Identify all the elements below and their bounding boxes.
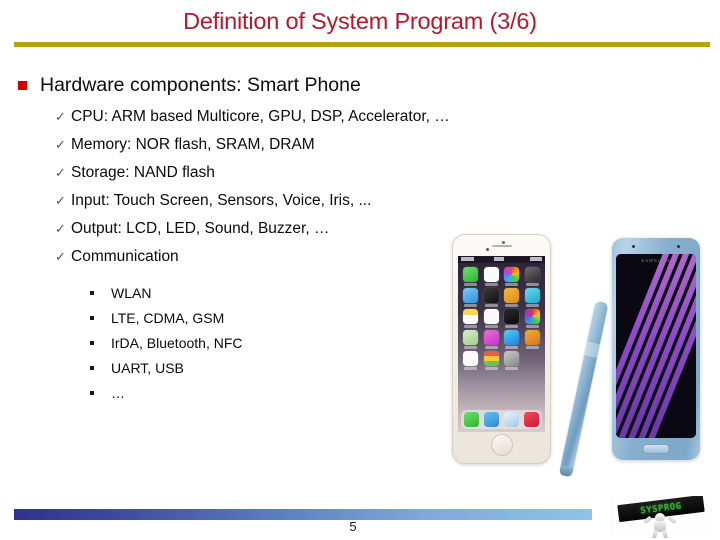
title-divider — [14, 42, 710, 47]
list-item: ✓ Storage: NAND flash — [55, 164, 450, 192]
small-square-bullet-icon — [90, 365, 94, 370]
checkmark-icon: ✓ — [55, 249, 66, 264]
brand-label: SAMSUNG — [641, 258, 671, 263]
notes-app-icon — [462, 309, 478, 324]
square-bullet-icon — [18, 81, 27, 90]
stylus-tip — [558, 464, 574, 478]
list-item: ✓ Output: LCD, LED, Sound, Buzzer, … — [55, 220, 450, 248]
iphone-product-photo — [452, 234, 551, 464]
checkmark-icon: ✓ — [55, 137, 66, 152]
iris-scanner-icon — [677, 245, 680, 248]
checkmark-icon: ✓ — [55, 193, 66, 208]
itunes-store-app-icon — [483, 330, 499, 345]
stylus-band — [584, 341, 600, 358]
app-icon-grid — [462, 267, 541, 370]
list-item: WLAN — [90, 280, 243, 305]
checkmark-icon: ✓ — [55, 221, 66, 236]
checkmark-icon: ✓ — [55, 165, 66, 180]
newsstand-app-icon — [462, 330, 478, 345]
checkmark-icon: ✓ — [55, 109, 66, 124]
list-item-label: IrDA, Bluetooth, NFC — [111, 334, 243, 351]
small-square-bullet-icon — [90, 340, 94, 345]
game-center-app-icon — [525, 309, 541, 324]
proximity-sensor-icon — [502, 241, 505, 244]
status-bar — [458, 256, 545, 263]
sysprog-logo: SYSPROG — [609, 496, 713, 538]
front-camera-icon — [486, 248, 489, 251]
mail-app-icon — [483, 412, 499, 427]
list-item-label: … — [111, 384, 125, 401]
list-item: … — [90, 380, 243, 405]
galaxy-note-product-photo: SAMSUNG — [612, 238, 700, 460]
app-dock — [461, 410, 542, 429]
list-item-label: LTE, CDMA, GSM — [111, 309, 225, 326]
list-item-label: Communication — [71, 248, 179, 265]
list-item-label: UART, USB — [111, 359, 184, 376]
bullet-level3-list: WLAN LTE, CDMA, GSM IrDA, Bluetooth, NFC… — [90, 280, 243, 405]
front-camera-icon — [632, 245, 635, 248]
iphone-screen — [458, 256, 545, 432]
messages-app-icon — [462, 267, 478, 282]
page-number: 5 — [349, 519, 357, 534]
small-square-bullet-icon — [90, 290, 94, 295]
bullet-level1: Hardware components: Smart Phone — [18, 74, 361, 97]
list-item: ✓ Memory: NOR flash, SRAM, DRAM — [55, 136, 450, 164]
s-pen-stylus — [558, 300, 609, 478]
phone-app-icon — [463, 412, 479, 427]
settings-app-icon — [504, 351, 520, 366]
clock-app-icon — [483, 288, 499, 303]
safari-app-icon — [504, 412, 520, 427]
wallpaper — [616, 254, 696, 438]
home-button-icon — [490, 434, 513, 456]
bullet-level2-list: ✓ CPU: ARM based Multicore, GPU, DSP, Ac… — [55, 108, 450, 276]
list-item: ✓ Input: Touch Screen, Sensors, Voice, I… — [55, 192, 450, 220]
stocks-app-icon — [504, 309, 520, 324]
list-item-label: Storage: NAND flash — [71, 164, 215, 181]
videos-app-icon — [525, 288, 541, 303]
maps-app-icon — [504, 288, 520, 303]
home-button-icon — [642, 444, 670, 454]
list-item-label: Memory: NOR flash, SRAM, DRAM — [71, 136, 315, 153]
list-item-label: Input: Touch Screen, Sensors, Voice, Iri… — [71, 192, 372, 209]
camera-app-icon — [525, 267, 541, 282]
note-screen: SAMSUNG — [616, 254, 696, 438]
bullet-level1-label: Hardware components: Smart Phone — [40, 74, 361, 96]
music-app-icon — [524, 412, 540, 427]
slide-canvas: Definition of System Program (3/6) Hardw… — [0, 0, 720, 540]
reminders-app-icon — [483, 309, 499, 324]
earpiece-icon — [491, 245, 512, 247]
small-square-bullet-icon — [90, 315, 94, 320]
photos-app-icon — [504, 267, 520, 282]
list-item: ✓ CPU: ARM based Multicore, GPU, DSP, Ac… — [55, 108, 450, 136]
app-store-app-icon — [504, 330, 520, 345]
list-item: ✓ Communication — [55, 248, 450, 276]
ibooks-app-icon — [525, 330, 541, 345]
calendar-app-icon — [483, 267, 499, 282]
passbook-app-icon — [483, 351, 499, 366]
logo-figure-icon — [642, 513, 678, 538]
page-title: Definition of System Program (3/6) — [183, 8, 537, 34]
list-item-label: CPU: ARM based Multicore, GPU, DSP, Acce… — [71, 108, 450, 125]
weather-app-icon — [462, 288, 478, 303]
list-item-label: WLAN — [111, 284, 152, 301]
list-item: UART, USB — [90, 355, 243, 380]
list-item: IrDA, Bluetooth, NFC — [90, 330, 243, 355]
list-item-label: Output: LCD, LED, Sound, Buzzer, … — [71, 220, 330, 237]
small-square-bullet-icon — [90, 390, 94, 395]
list-item: LTE, CDMA, GSM — [90, 305, 243, 330]
health-app-icon — [462, 351, 478, 366]
